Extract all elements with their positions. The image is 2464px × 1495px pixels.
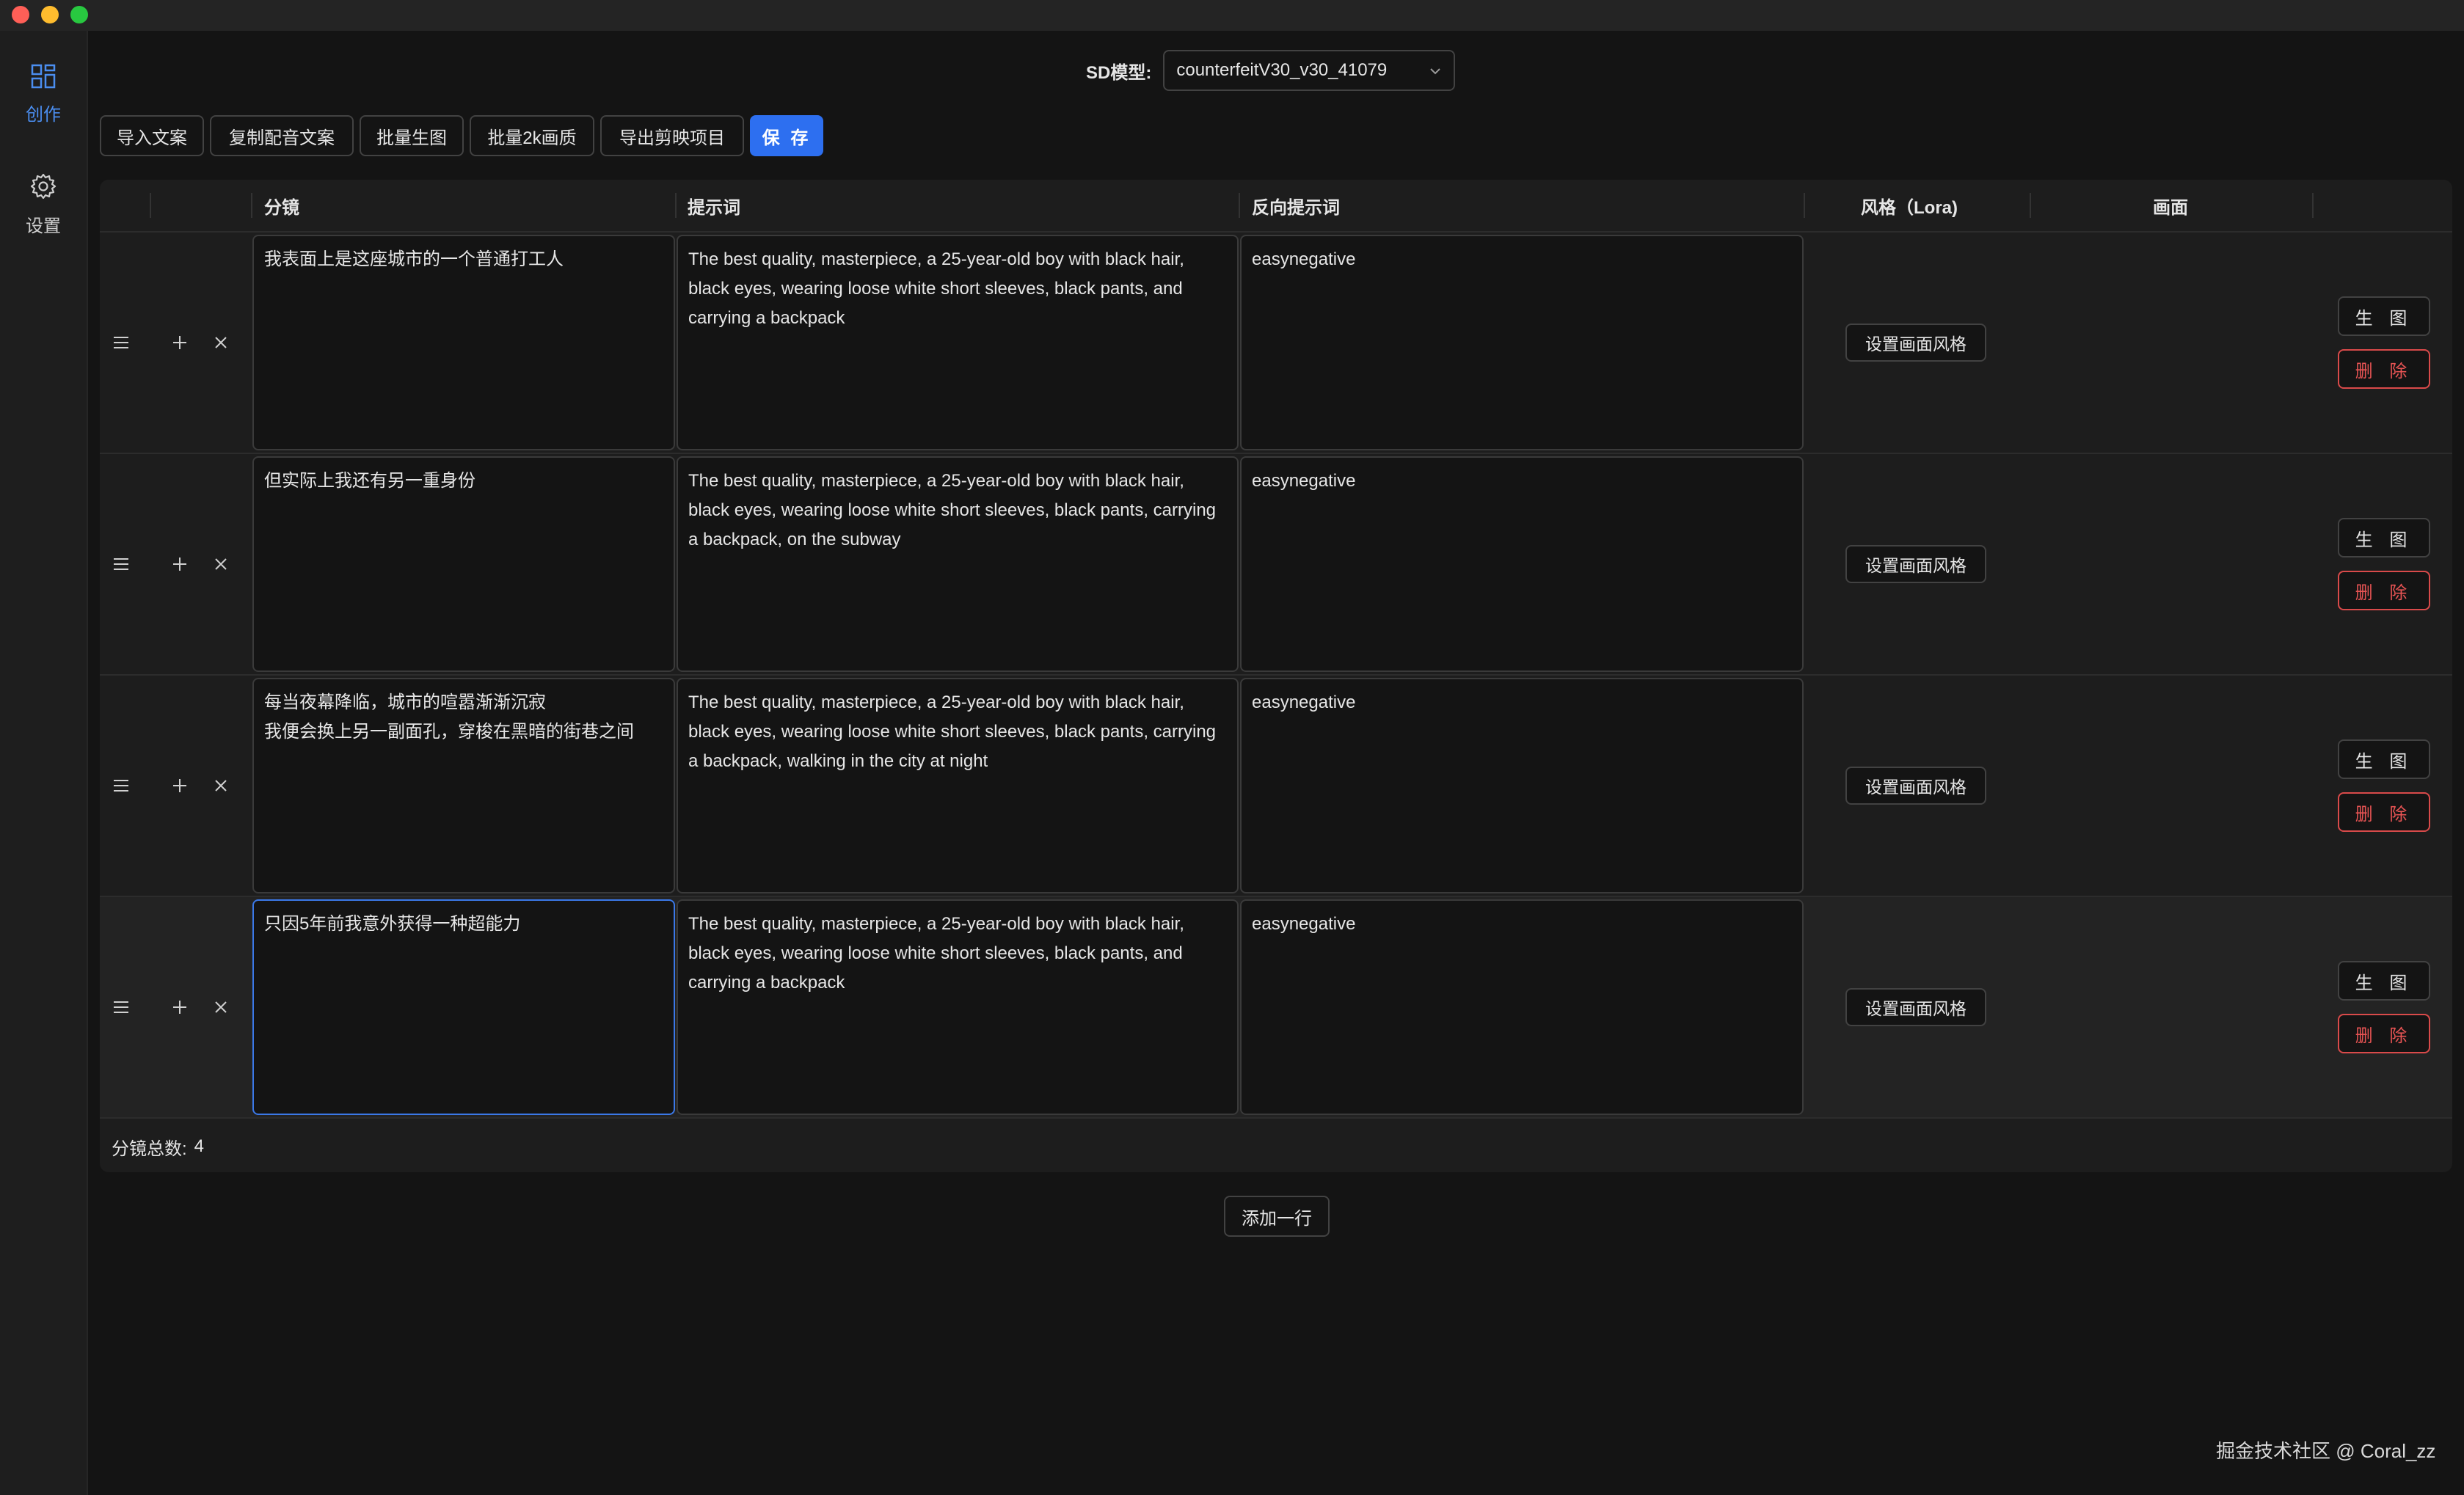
add-row-below-icon[interactable] bbox=[169, 996, 191, 1018]
watermark: 掘金技术社区 @ Coral_zz bbox=[2216, 1440, 2436, 1462]
column-divider bbox=[1239, 193, 1240, 218]
chevron-down-icon bbox=[1430, 68, 1441, 75]
prompt-textarea[interactable]: The best quality, masterpiece, a 25-year… bbox=[677, 678, 1239, 893]
delete-row-button[interactable]: 删 除 bbox=[2338, 349, 2430, 389]
set-style-button[interactable]: 设置画面风格 bbox=[1845, 324, 1986, 362]
close-icon[interactable] bbox=[210, 553, 232, 575]
drag-handle-icon[interactable] bbox=[110, 332, 132, 354]
maximize-window-button[interactable] bbox=[70, 6, 88, 23]
batch-generate-button[interactable]: 批量生图 bbox=[360, 115, 464, 156]
column-divider bbox=[675, 193, 677, 218]
header-storyboard: 分镜 bbox=[264, 197, 299, 218]
column-divider bbox=[1804, 193, 1805, 218]
prompt-textarea[interactable]: The best quality, masterpiece, a 25-year… bbox=[677, 899, 1239, 1115]
column-divider bbox=[2030, 193, 2031, 218]
generate-image-button[interactable]: 生 图 bbox=[2338, 518, 2430, 558]
header-image: 画面 bbox=[2153, 197, 2188, 218]
storyboard-textarea[interactable]: 只因5年前我意外获得一种超能力 bbox=[252, 899, 675, 1115]
storyboard-table: 分镜 提示词 反向提示词 风格（Lora) 画面 我表面上是这座城市的一个普通打… bbox=[100, 180, 2452, 1172]
sidebar-item-label: 设置 bbox=[26, 216, 61, 236]
table-footer: 分镜总数: 4 bbox=[100, 1121, 2452, 1172]
negative-prompt-textarea[interactable]: easynegative bbox=[1240, 456, 1804, 672]
negative-prompt-textarea[interactable]: easynegative bbox=[1240, 235, 1804, 450]
drag-handle-icon[interactable] bbox=[110, 775, 132, 797]
column-divider bbox=[2312, 193, 2314, 218]
table-row: 但实际上我还有另一重身份 The best quality, masterpie… bbox=[100, 454, 2452, 676]
prompt-textarea[interactable]: The best quality, masterpiece, a 25-year… bbox=[677, 235, 1239, 450]
sidebar-item-create[interactable]: 创作 bbox=[0, 63, 87, 125]
batch-2k-button[interactable]: 批量2k画质 bbox=[470, 115, 594, 156]
close-window-button[interactable] bbox=[12, 6, 29, 23]
negative-prompt-textarea[interactable]: easynegative bbox=[1240, 678, 1804, 893]
total-count-value: 4 bbox=[194, 1136, 205, 1156]
add-row-below-icon[interactable] bbox=[169, 332, 191, 354]
header-style: 风格（Lora) bbox=[1861, 197, 1958, 218]
set-style-button[interactable]: 设置画面风格 bbox=[1845, 545, 1986, 583]
gear-icon bbox=[30, 173, 57, 200]
generate-image-button[interactable]: 生 图 bbox=[2338, 739, 2430, 779]
minimize-window-button[interactable] bbox=[41, 6, 59, 23]
toolbar: 导入文案 复制配音文案 批量生图 批量2k画质 导出剪映项目 保 存 bbox=[100, 115, 829, 156]
header-prompt: 提示词 bbox=[688, 197, 740, 218]
generate-image-button[interactable]: 生 图 bbox=[2338, 296, 2430, 336]
table-row: 我表面上是这座城市的一个普通打工人 The best quality, mast… bbox=[100, 233, 2452, 454]
drag-handle-icon[interactable] bbox=[110, 553, 132, 575]
add-row-button[interactable]: 添加一行 bbox=[1224, 1196, 1330, 1237]
table-header: 分镜 提示词 反向提示词 风格（Lora) 画面 bbox=[100, 180, 2452, 233]
column-divider bbox=[251, 193, 252, 218]
model-select-value: counterfeitV30_v30_41079 bbox=[1176, 60, 1388, 80]
total-count-label: 分镜总数: bbox=[112, 1138, 187, 1159]
table-row: 只因5年前我意外获得一种超能力 The best quality, master… bbox=[100, 897, 2452, 1119]
set-style-button[interactable]: 设置画面风格 bbox=[1845, 988, 1986, 1026]
sidebar-item-settings[interactable]: 设置 bbox=[0, 172, 87, 237]
export-jianying-button[interactable]: 导出剪映项目 bbox=[600, 115, 744, 156]
add-row-below-icon[interactable] bbox=[169, 553, 191, 575]
delete-row-button[interactable]: 删 除 bbox=[2338, 1014, 2430, 1053]
negative-prompt-textarea[interactable]: easynegative bbox=[1240, 899, 1804, 1115]
delete-row-button[interactable]: 删 除 bbox=[2338, 571, 2430, 610]
prompt-textarea[interactable]: The best quality, masterpiece, a 25-year… bbox=[677, 456, 1239, 672]
drag-handle-icon[interactable] bbox=[110, 996, 132, 1018]
grid-icon bbox=[31, 64, 56, 89]
set-style-button[interactable]: 设置画面风格 bbox=[1845, 767, 1986, 805]
copy-voice-copy-button[interactable]: 复制配音文案 bbox=[210, 115, 354, 156]
header-negative-prompt: 反向提示词 bbox=[1252, 197, 1340, 218]
window-titlebar bbox=[0, 0, 2464, 31]
save-button[interactable]: 保 存 bbox=[750, 115, 823, 156]
sidebar: 创作 设置 bbox=[0, 31, 88, 1495]
close-icon[interactable] bbox=[210, 775, 232, 797]
model-label: SD模型: bbox=[1086, 62, 1152, 83]
storyboard-textarea[interactable]: 每当夜幕降临，城市的喧嚣渐渐沉寂 我便会换上另一副面孔，穿梭在黑暗的街巷之间 bbox=[252, 678, 675, 893]
close-icon[interactable] bbox=[210, 996, 232, 1018]
generate-image-button[interactable]: 生 图 bbox=[2338, 961, 2430, 1001]
storyboard-textarea[interactable]: 但实际上我还有另一重身份 bbox=[252, 456, 675, 672]
table-row: 每当夜幕降临，城市的喧嚣渐渐沉寂 我便会换上另一副面孔，穿梭在黑暗的街巷之间 T… bbox=[100, 676, 2452, 897]
model-selector-row: SD模型: counterfeitV30_v30_41079 bbox=[1086, 50, 1456, 91]
column-divider bbox=[150, 193, 151, 218]
add-row-below-icon[interactable] bbox=[169, 775, 191, 797]
delete-row-button[interactable]: 删 除 bbox=[2338, 792, 2430, 832]
model-select[interactable]: counterfeitV30_v30_41079 bbox=[1163, 50, 1456, 91]
import-copy-button[interactable]: 导入文案 bbox=[100, 115, 204, 156]
storyboard-textarea[interactable]: 我表面上是这座城市的一个普通打工人 bbox=[252, 235, 675, 450]
sidebar-item-label: 创作 bbox=[26, 105, 61, 125]
close-icon[interactable] bbox=[210, 332, 232, 354]
